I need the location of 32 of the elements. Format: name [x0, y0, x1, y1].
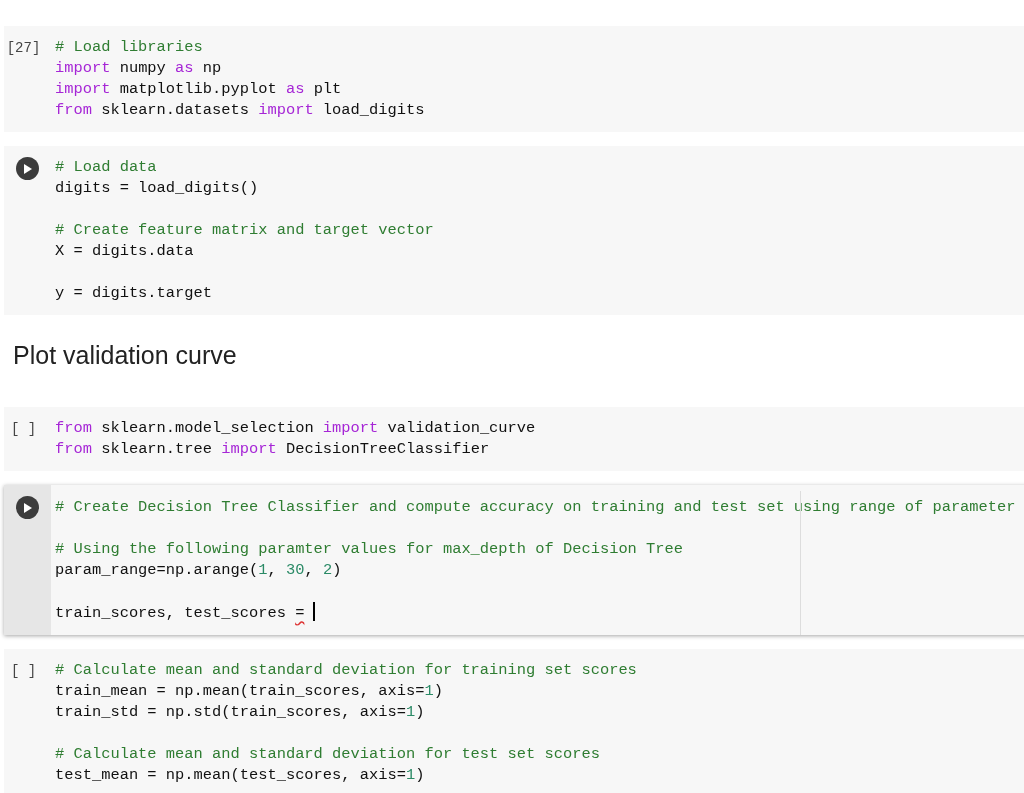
code-line: # Load libraries [55, 37, 204, 58]
code-line: train_mean = np.mean(train_scores, axis=1) [55, 681, 444, 702]
section-heading: Plot validation curve [13, 340, 238, 371]
code-line: param_range=np.arange(1, 30, 2) [55, 560, 343, 581]
code-line: y = digits.target [55, 283, 213, 304]
text-cursor [313, 602, 316, 621]
code-line: import matplotlib.pyplot as plt [55, 79, 343, 100]
code-line: test_mean = np.mean(test_scores, axis=1) [55, 765, 426, 786]
code-line: digits = load_digits() [55, 178, 260, 199]
code-line: train_scores, test_scores = [55, 602, 1024, 623]
code-line: train_std = np.std(train_scores, axis=1) [55, 702, 426, 723]
code-line: # Calculate mean and standard deviation for training set scores [55, 660, 638, 681]
code-cell[interactable]: # Load data digits = load_digits() # Create feature matrix and target vector X = digits.data y = digits.target [4, 146, 1024, 315]
code-line: # Calculate mean and standard deviation for test set scores [55, 744, 601, 765]
code-cell[interactable] [4, 485, 1024, 635]
code-line: from sklearn.tree import DecisionTreeClassifier [55, 439, 491, 460]
execution-count: [27] [6, 39, 41, 58]
code-cell[interactable]: [27] # Load libraries import numpy as np import matplotlib.pyplot as plt from sklearn.datasets import load_digits [4, 26, 1024, 132]
code-line: import numpy as np [55, 58, 223, 79]
code-line: from sklearn.model_selection import validation_curve [55, 418, 537, 439]
run-button[interactable] [16, 496, 39, 519]
code-line: # Using the following paramter values for max_depth of Decision Tree [55, 539, 685, 560]
code-line: # Load data [55, 157, 158, 178]
code-line: X = digits.data [55, 241, 195, 262]
play-icon [23, 502, 32, 513]
code-line: from sklearn.datasets import load_digits [55, 100, 426, 121]
code-line: # Create feature matrix and target vector [55, 220, 435, 241]
execution-count: [ ] [10, 662, 37, 681]
play-icon [23, 163, 32, 174]
execution-count: [ ] [10, 420, 37, 439]
code-cell[interactable]: [ ] from sklearn.model_selection import validation_curve from sklearn.tree import DecisionTreeClassifier [4, 407, 1024, 471]
run-button[interactable] [16, 157, 39, 180]
